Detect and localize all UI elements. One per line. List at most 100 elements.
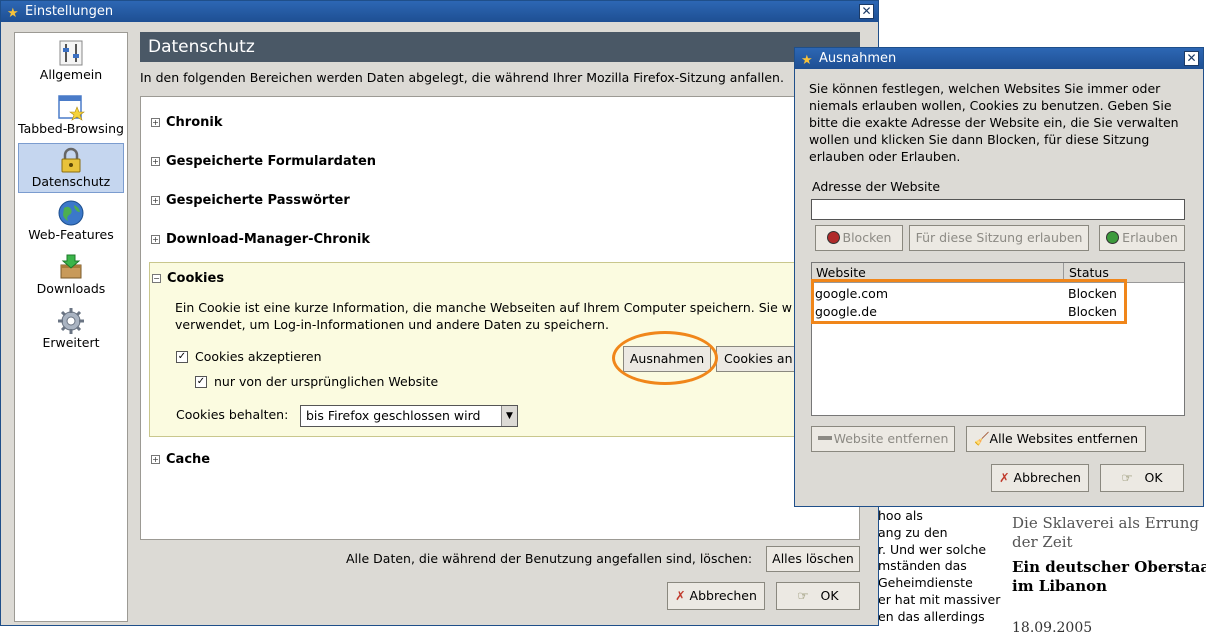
exceptions-list[interactable]: Website Status google.com Blocken google…	[811, 262, 1185, 416]
prefs-ok-button[interactable]: ☞ OK	[776, 582, 860, 610]
checkmark-icon[interactable]: ✓	[195, 375, 207, 388]
allow-session-button[interactable]: Für diese Sitzung erlauben	[909, 225, 1089, 251]
cookies-description: Ein Cookie ist eine kurze Information, d…	[175, 300, 792, 332]
exceptions-description: Sie können festlegen, welchen Websites S…	[809, 81, 1179, 164]
category-label: Downloads	[36, 281, 106, 296]
row-site: google.de	[815, 304, 877, 319]
bg-line: r. Und wer solche	[878, 541, 987, 557]
row-status: Blocken	[1068, 304, 1117, 319]
column-header-website[interactable]: Website	[812, 263, 1064, 283]
select-value: bis Firefox geschlossen wird	[306, 408, 481, 423]
red-ball-icon	[826, 231, 840, 244]
section-download-chronik[interactable]: + Download-Manager-Chronik	[151, 232, 370, 247]
section-cookies[interactable]: − Cookies	[152, 271, 224, 286]
clear-all-button[interactable]: Alles löschen	[766, 546, 860, 572]
button-label: OK	[1144, 470, 1163, 485]
address-label: Adresse der Website	[812, 179, 941, 194]
dropdown-arrow-icon[interactable]: ▼	[501, 406, 517, 426]
green-ball-icon	[1106, 231, 1120, 244]
allow-button[interactable]: Erlauben	[1099, 225, 1185, 251]
background-date: 18.09.2005	[1012, 620, 1093, 636]
prefs-cancel-button[interactable]: ✗ Abbrechen	[667, 582, 765, 610]
keep-cookies-label: Cookies behalten:	[176, 407, 288, 422]
block-button[interactable]: Blocken	[815, 225, 903, 251]
exceptions-ok-button[interactable]: ☞ OK	[1100, 464, 1184, 492]
category-tabbed-browsing[interactable]: Tabbed-Browsing	[18, 91, 124, 141]
remove-all-sites-button[interactable]: 🧹Alle Websites entfernen	[966, 426, 1146, 452]
broom-icon: 🧹	[973, 431, 990, 446]
background-headline[interactable]: Ein deutscher Oberstaa im Libanon	[1012, 558, 1206, 596]
origin-only-checkbox[interactable]: ✓ nur von der ursprünglichen Website	[195, 374, 438, 389]
exceptions-dialog: ★ Ausnahmen ✕ Sie können festlegen, welc…	[794, 47, 1204, 507]
category-downloads[interactable]: Downloads	[18, 251, 124, 301]
close-icon[interactable]: ✕	[1184, 51, 1199, 66]
category-sidebar: Allgemein Tabbed-Browsing Datenschutz We…	[14, 32, 128, 622]
keep-cookies-select[interactable]: bis Firefox geschlossen wird ▼	[300, 405, 518, 427]
expand-icon[interactable]: +	[151, 118, 160, 127]
row-status: Blocken	[1068, 286, 1117, 301]
privacy-sections-panel: +Chronik 🧹L +Gespeicherte Formulardaten …	[140, 96, 866, 540]
exceptions-button[interactable]: Ausnahmen	[623, 346, 711, 372]
section-label: Cache	[166, 452, 211, 467]
ok-hand-icon: ☞	[797, 588, 809, 603]
bg-line: Geheimdienste	[878, 575, 973, 591]
expand-icon[interactable]: +	[151, 455, 160, 464]
exceptions-cancel-button[interactable]: ✗ Abbrechen	[991, 464, 1089, 492]
section-passwoerter[interactable]: + Gespeicherte Passwörter	[151, 193, 350, 208]
ok-hand-icon: ☞	[1121, 470, 1133, 485]
app-star-icon: ★	[801, 53, 813, 68]
section-formulardaten[interactable]: + Gespeicherte Formulardaten	[151, 154, 376, 169]
cancel-x-icon: ✗	[675, 588, 686, 603]
checkbox-label: Cookies akzeptieren	[195, 349, 322, 364]
collapse-icon[interactable]: −	[152, 274, 161, 283]
section-label: Chronik	[166, 115, 223, 130]
button-label: Blocken	[842, 230, 892, 245]
checkbox-label: nur von der ursprünglichen Website	[214, 374, 439, 389]
close-icon[interactable]: ✕	[859, 4, 874, 19]
category-erweitert[interactable]: Erweitert	[18, 305, 124, 355]
expand-icon[interactable]: +	[151, 157, 160, 166]
window-title: Einstellungen	[25, 4, 114, 19]
privacy-intro-text: In den folgenden Bereichen werden Daten …	[140, 70, 784, 85]
category-label: Datenschutz	[31, 174, 111, 189]
section-chronik[interactable]: + Chronik	[151, 115, 223, 130]
tabs-icon	[58, 95, 85, 121]
cookies-section: − Cookies Ein Cookie ist eine kurze Infor…	[149, 262, 866, 437]
category-allgemein[interactable]: Allgemein	[18, 37, 124, 87]
button-label: Abbrechen	[689, 588, 757, 603]
bg-line: hoo als	[878, 508, 923, 523]
app-star-icon: ★	[7, 6, 19, 21]
section-label: Gespeicherte Passwörter	[166, 193, 350, 208]
background-headline-gray[interactable]: Die Sklaverei als Errung der Zeit	[1012, 514, 1206, 552]
sliders-icon	[59, 40, 83, 66]
category-label: Erweitert	[42, 335, 100, 350]
table-row[interactable]: google.com Blocken	[812, 285, 1184, 303]
address-input[interactable]	[811, 199, 1185, 220]
section-cache[interactable]: + Cache	[151, 452, 210, 467]
button-label: Alle Websites entfernen	[989, 431, 1139, 446]
expand-icon[interactable]: +	[151, 196, 160, 205]
category-label: Web-Features	[28, 227, 114, 242]
category-web-features[interactable]: Web-Features	[18, 197, 124, 247]
column-header-status[interactable]: Status	[1065, 263, 1184, 283]
globe-icon	[58, 200, 84, 226]
preferences-titlebar[interactable]: ★ Einstellungen ✕	[1, 1, 878, 22]
background-article-text: hoo als ang zu den r. Und wer solche mst…	[878, 508, 1003, 626]
expand-icon[interactable]: +	[151, 235, 160, 244]
page-title: Datenschutz	[140, 32, 860, 62]
button-label: Abbrechen	[1013, 470, 1081, 485]
section-label: Cookies	[167, 271, 225, 286]
exceptions-titlebar[interactable]: ★ Ausnahmen ✕	[795, 48, 1203, 69]
checkmark-icon[interactable]: ✓	[176, 350, 188, 363]
remove-site-button[interactable]: Website entfernen	[811, 426, 955, 452]
bg-line: er hat mit massiver	[878, 591, 1001, 607]
section-label: Download-Manager-Chronik	[166, 232, 371, 247]
button-label: Website entfernen	[833, 431, 949, 446]
accept-cookies-checkbox[interactable]: ✓ Cookies akzeptieren	[176, 349, 322, 364]
download-box-icon	[60, 254, 82, 279]
keep-label: Cookies behalten:	[176, 407, 289, 422]
bg-line: en das allerdings	[878, 608, 985, 624]
table-row[interactable]: google.de Blocken	[812, 303, 1184, 321]
category-datenschutz[interactable]: Datenschutz	[18, 143, 124, 193]
button-label: Erlauben	[1122, 230, 1178, 245]
